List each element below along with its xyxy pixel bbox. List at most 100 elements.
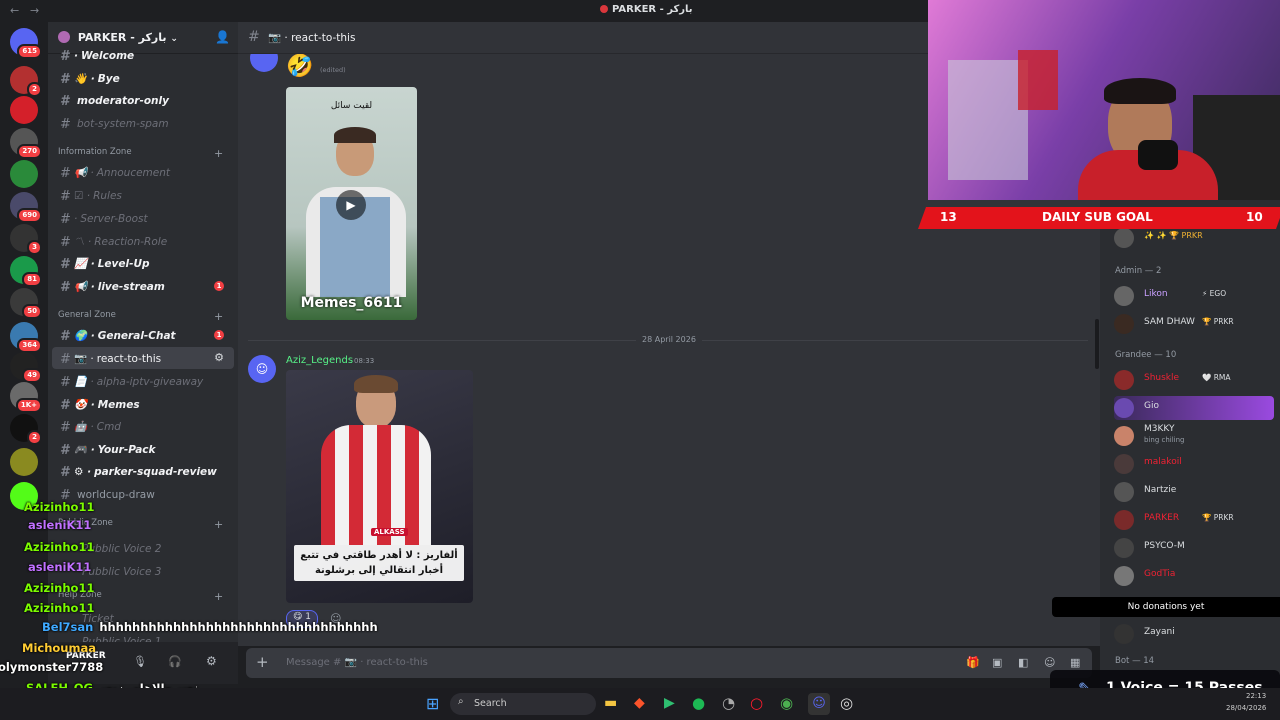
server-badge: 1K+ — [15, 398, 42, 413]
chat-scrollbar[interactable] — [1095, 319, 1099, 369]
member-name: Gio — [1144, 401, 1159, 411]
channel-settings-icon[interactable]: ⚙ — [214, 351, 224, 364]
server-icon[interactable]: 364 — [10, 322, 42, 353]
role-header: Grandee — 10 — [1115, 350, 1177, 360]
server-icon[interactable]: 690 — [10, 192, 42, 223]
stream-chat-message: Azizinho11 — [24, 540, 100, 554]
stream-chat-message: asleniK11 — [28, 518, 97, 532]
back-arrow-icon[interactable]: ← — [10, 4, 19, 17]
member-item[interactable]: Shuskle 🤍 RMA — [1114, 368, 1274, 392]
server-icon[interactable]: 2 — [10, 66, 42, 97]
channel-label: Bye — [97, 73, 120, 85]
channel-item[interactable]: # · Server-Boost — [52, 207, 234, 229]
avatar — [1114, 454, 1134, 474]
channel-item[interactable]: # 📢 · Annoucement — [52, 161, 234, 183]
play-icon[interactable]: ▶ — [336, 190, 366, 220]
channel-item[interactable]: # 🌍 · General-Chat 1 — [52, 324, 234, 346]
member-item[interactable]: Likon ⚡ EGO — [1114, 284, 1274, 308]
channel-label: alpha-iptv-giveaway — [96, 376, 204, 388]
file-explorer-icon[interactable]: ▬ — [604, 695, 617, 711]
avatar — [1114, 286, 1134, 306]
avatar — [1114, 398, 1134, 418]
laughing-emoji-icon: 🤣 — [286, 54, 314, 79]
member-item[interactable]: M3KKY bing chiling — [1114, 424, 1274, 448]
member-item[interactable]: Gio — [1114, 396, 1274, 420]
member-item[interactable]: Zayani — [1114, 622, 1274, 646]
meme-watermark: Memes_6611 — [300, 295, 403, 311]
gift-icon[interactable]: 🎁 — [966, 656, 980, 669]
add-channel-icon[interactable]: + — [214, 147, 223, 160]
stream-chat-message: Michoumaa — [22, 641, 102, 655]
windows-start-icon[interactable]: ⊞ — [426, 694, 439, 713]
server-icon[interactable]: 270 — [10, 128, 42, 159]
channel-item[interactable]: # 🎮 · Your-Pack — [52, 438, 234, 460]
category-header[interactable]: Information Zone + — [58, 147, 223, 160]
emoji-icon[interactable]: ☺ — [1044, 656, 1055, 669]
microphone — [1138, 140, 1178, 170]
app-icon[interactable]: ▶ — [664, 695, 675, 711]
author-avatar[interactable]: ☺ — [248, 355, 276, 383]
server-icon[interactable]: 49 — [10, 352, 42, 383]
add-friend-icon[interactable]: 👤 — [215, 30, 230, 44]
avatar — [1114, 228, 1134, 248]
channel-item[interactable]: # 📢 · live-stream 1 — [52, 275, 234, 297]
channel-item[interactable]: # 📷 · react-to-this ⚙ — [52, 347, 234, 369]
channel-item[interactable]: # ⚙ · parker-squad-review — [52, 460, 234, 482]
server-icon[interactable]: 1K+ — [10, 382, 42, 413]
spotify-icon[interactable]: ● — [692, 694, 705, 712]
member-name: Nartzie — [1144, 485, 1177, 495]
chat-header: # 📷 · react-to-this — [238, 22, 928, 54]
server-icon[interactable]: 50 — [10, 288, 42, 319]
discord-taskbar-icon[interactable]: ☺ — [808, 693, 830, 715]
server-icon[interactable]: 615 — [10, 28, 42, 59]
chevron-down-icon[interactable]: ⌄ — [170, 34, 178, 44]
channel-item[interactable]: # 〽 · Reaction-Role — [52, 229, 234, 251]
channel-item[interactable]: # 📈 · Level-Up — [52, 252, 234, 274]
speedometer-icon[interactable]: ◔ — [722, 694, 735, 712]
hash-icon: # — [60, 465, 70, 480]
member-item[interactable]: SAM DHAW 🏆 PRKR — [1114, 312, 1274, 336]
channel-item[interactable]: # moderator-only — [52, 89, 234, 111]
meme-video[interactable]: لقيت سائل ▶ Memes_6611 — [286, 87, 417, 320]
opera-icon[interactable]: ○ — [750, 694, 763, 712]
channel-emoji-icon: 📄 · — [74, 376, 94, 388]
taskbar-search[interactable]: ⌕ Search — [450, 693, 596, 715]
webcam-overlay — [928, 0, 1280, 200]
channel-item[interactable]: # bot-system-spam — [52, 112, 234, 134]
category-label: General Zone — [58, 310, 116, 320]
sticker-icon[interactable]: ◧ — [1018, 656, 1028, 669]
server-icon[interactable] — [10, 160, 38, 188]
add-channel-icon[interactable]: + — [214, 310, 223, 323]
channel-item[interactable]: # · Welcome — [52, 44, 234, 66]
channel-emoji-icon: · — [74, 213, 78, 225]
author-name[interactable]: Aziz_Legends — [286, 355, 353, 366]
member-role-tag: 🏆 PRKR — [1202, 513, 1234, 522]
member-item[interactable]: PARKER 🏆 PRKR — [1114, 508, 1274, 532]
avatar — [1114, 370, 1134, 390]
member-item[interactable]: Nartzie — [1114, 480, 1274, 504]
obs-icon[interactable]: ◎ — [840, 694, 853, 712]
member-item[interactable]: malakoil — [1114, 452, 1274, 476]
member-item[interactable]: GodTia — [1114, 564, 1274, 588]
channel-item[interactable]: # 🤡 · Memes — [52, 393, 234, 415]
channel-label: Memes — [97, 399, 140, 411]
server-icon[interactable] — [10, 96, 38, 124]
member-item[interactable]: ✨ ✨ 🏆 PRKR — [1114, 226, 1274, 250]
gif-icon[interactable]: ▣ — [992, 656, 1002, 669]
forward-arrow-icon[interactable]: → — [30, 4, 39, 17]
server-badge: 2 — [27, 82, 42, 97]
category-header[interactable]: General Zone + — [58, 310, 223, 323]
server-icon[interactable]: 3 — [10, 224, 42, 255]
channel-item[interactable]: # 🤖 · Cmd — [52, 415, 234, 437]
member-item[interactable]: PSYCO-M — [1114, 536, 1274, 560]
chrome-icon[interactable]: ◉ — [780, 694, 793, 712]
server-icon[interactable]: 2 — [10, 414, 42, 445]
channel-item[interactable]: # 📄 · alpha-iptv-giveaway — [52, 370, 234, 392]
server-icon[interactable]: 81 — [10, 256, 42, 287]
apps-icon[interactable]: ▦ — [1070, 656, 1080, 669]
brave-browser-icon[interactable]: ◆ — [634, 695, 645, 711]
channel-item[interactable]: # ☑ · Rules — [52, 184, 234, 206]
server-icon[interactable] — [10, 448, 38, 476]
channel-label: parker-squad-review — [94, 466, 217, 478]
channel-item[interactable]: # 👋 · Bye — [52, 67, 234, 89]
